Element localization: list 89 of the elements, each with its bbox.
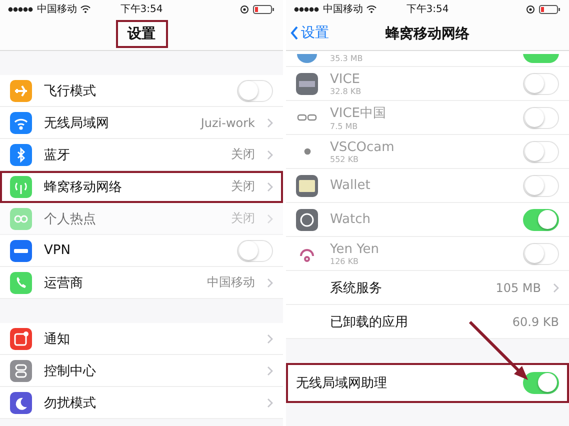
row-label: 通知 [44,330,71,348]
back-button[interactable]: 设置 [290,24,329,42]
chevron-icon [267,182,273,192]
chevron-icon [267,366,273,376]
watch-icon [296,208,318,230]
row-label: 已卸载的应用 [330,314,409,330]
row-value: 105 MB [496,280,541,294]
chevron-icon [553,282,559,292]
chevron-icon [267,398,273,408]
carrier-name: 中国移动 [37,2,77,16]
data-usage: 7.5 MB [330,122,359,131]
battery-icon [253,4,275,14]
row-label: 蜂窝移动网络 [44,178,123,196]
page-title: 蜂窝移动网络 [384,24,470,44]
bluetooth-icon [10,144,32,166]
settings-row[interactable]: 蜂窝移动网络 关闭 [0,171,283,203]
wifi-icon [80,5,91,13]
app-tile-icon [296,72,318,94]
row-value: 中国移动 [207,274,255,291]
toggle-switch[interactable] [523,72,559,94]
row-value: 关闭 [231,146,255,163]
row-label: 系统服务 [330,280,383,296]
carrier-name: 中国移动 [323,2,363,16]
row-value: 关闭 [231,178,255,195]
chevron-icon [267,150,273,160]
toggle-switch[interactable] [523,174,559,196]
settings-row[interactable]: VPN [0,235,283,267]
settings-row[interactable]: 通知 [0,323,283,355]
status-time: 下午3:54 [120,3,163,16]
airplane-icon [10,80,32,102]
battery-icon [539,4,561,14]
data-usage: 126 KB [330,256,360,266]
lock-rotation-icon [240,4,249,14]
status-time: 下午3:54 [406,3,449,16]
antenna-icon [10,176,32,198]
settings-row[interactable]: 飞行模式 [0,75,283,107]
row-label: 个人热点 [44,210,97,228]
row-label: 无线局域网 [44,114,110,132]
phone-icon [10,272,32,294]
toggle-switch[interactable] [237,80,273,102]
vpn-icon [10,240,32,262]
row-label: VPN [44,243,72,258]
chevron-icon [267,214,273,224]
settings-row[interactable]: 蓝牙 关闭 [0,139,283,171]
row-label: 控制中心 [44,362,97,380]
row-value: 60.9 KB [512,314,559,328]
toggle-switch[interactable] [523,140,559,162]
row-value: Juzi-work [200,116,255,130]
app-name: VICE [330,72,362,86]
wallet-icon [296,174,318,196]
bell-square-icon [10,328,32,350]
toggle-switch[interactable] [523,54,559,64]
moon-icon [10,392,32,414]
row-label: 运营商 [44,274,84,292]
chevron-icon [267,334,273,344]
row-value: 关闭 [231,210,255,227]
signal-icon [294,6,320,12]
row-label: 蓝牙 [44,146,71,164]
info-row[interactable]: 系统服务 105 MB [286,271,569,305]
link-icon [10,208,32,230]
toggle-switch[interactable] [523,242,559,264]
chevron-icon [267,118,273,128]
wifi-icon [366,5,377,13]
row-label: 飞行模式 [44,82,97,100]
data-usage: 32.8 KB [330,86,362,96]
data-usage: 552 KB [330,154,360,164]
sliders-icon [10,360,32,382]
toggle-switch[interactable] [523,372,559,394]
app-name: Wallet [330,178,372,193]
settings-row[interactable]: 控制中心 [0,355,283,387]
back-chevron-icon [290,26,299,40]
app-name: VSCOcam [330,140,396,154]
toggle-switch[interactable] [523,208,559,230]
chevron-icon [267,278,273,288]
app-name: VICE中国 [330,105,388,122]
settings-row[interactable]: 勿扰模式 [0,387,283,419]
toggle-switch[interactable] [523,106,559,128]
settings-row[interactable]: 无线局域网 Juzi-work [0,107,283,139]
row-label: 勿扰模式 [44,394,97,412]
lock-rotation-icon [526,4,535,14]
app-name: Yen Yen [330,242,380,256]
settings-row[interactable]: 运营商 中国移动 [0,267,283,299]
page-title: 设置 [116,20,168,48]
toggle-switch[interactable] [237,240,273,262]
signal-icon [8,6,34,12]
data-usage: 35.3 MB [330,54,364,63]
row-label: 无线局域网助理 [296,374,388,392]
app-name: Watch [330,212,372,227]
wifi-icon [10,112,32,134]
